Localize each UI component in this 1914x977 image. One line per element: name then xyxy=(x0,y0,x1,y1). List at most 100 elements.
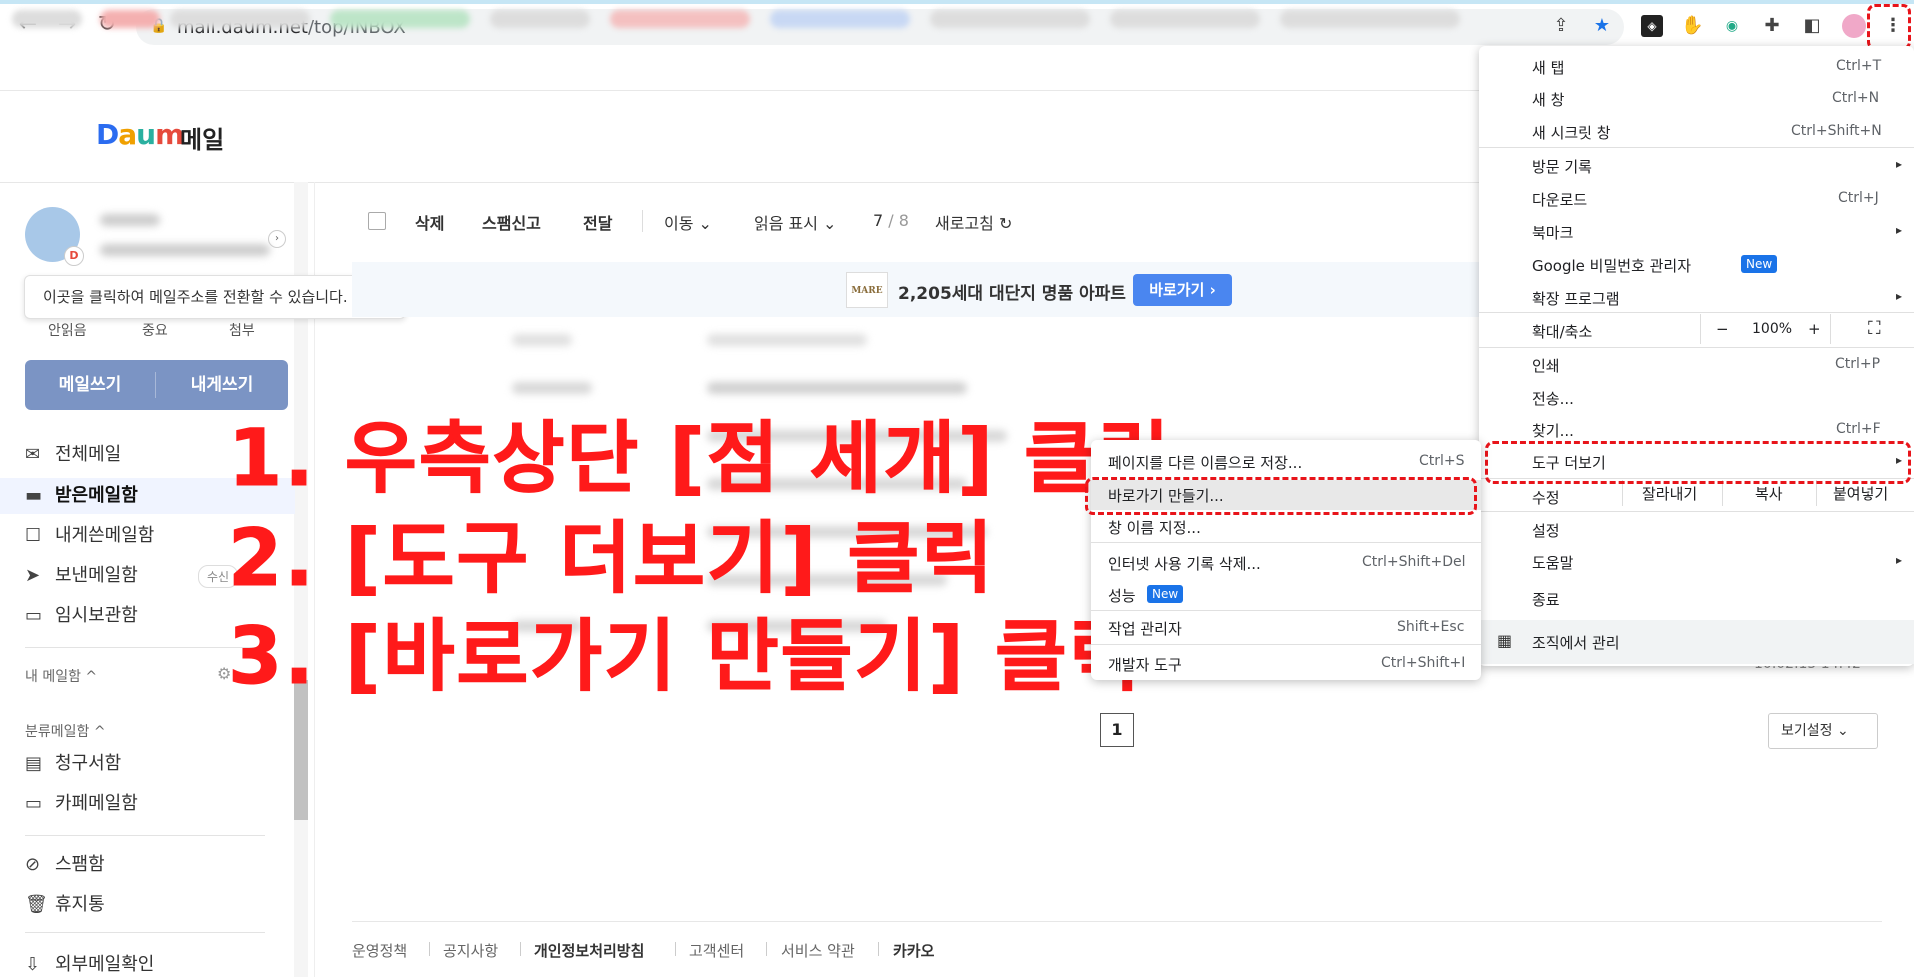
menu-cut[interactable]: 잘라내기 xyxy=(1642,483,1697,504)
bookmark-blur[interactable] xyxy=(170,10,310,28)
menu-find[interactable]: 찾기... xyxy=(1532,420,1574,441)
sidebar-item-all[interactable]: ✉ 전체메일 xyxy=(25,440,121,470)
table-row[interactable] xyxy=(352,318,1412,362)
bookmark-blur[interactable] xyxy=(330,10,470,28)
shortcut: Shift+Esc xyxy=(1397,619,1465,635)
bookmark-blur[interactable] xyxy=(1110,10,1260,28)
share-icon[interactable]: ⇪ xyxy=(1550,15,1572,37)
sidebar-item-inbox[interactable]: ▬ 받은메일함 xyxy=(25,481,138,511)
bookmark-blur[interactable] xyxy=(610,10,750,28)
footer-sep xyxy=(766,942,767,956)
category-mailbox-header[interactable]: 분류메일함 ^ xyxy=(25,721,106,741)
refresh-button[interactable]: 새로고침 ↻ xyxy=(935,210,1012,234)
menu-help[interactable]: 도움말 xyxy=(1532,552,1573,573)
shortcut: Ctrl+P xyxy=(1835,356,1881,372)
footer-link[interactable]: 고객센터 xyxy=(689,940,744,961)
menu-incognito[interactable]: 새 시크릿 창 xyxy=(1532,122,1611,143)
view-settings-dropdown[interactable]: 보기설정 ⌄ xyxy=(1768,713,1878,749)
zoom-in-button[interactable]: + xyxy=(1808,320,1821,338)
bookmark-blur[interactable] xyxy=(930,10,1090,28)
block-icon: ⊘ xyxy=(25,854,41,875)
toolbar-divider xyxy=(642,210,643,232)
footer-link[interactable]: 개인정보처리방침 xyxy=(534,940,644,961)
bookmark-blur[interactable] xyxy=(490,10,590,28)
stat-important[interactable]: 중요 xyxy=(142,320,168,340)
menu-performance[interactable]: 성능 xyxy=(1108,585,1136,606)
download-icon: ⇩ xyxy=(25,954,41,975)
menu-downloads[interactable]: 다운로드 xyxy=(1532,189,1587,210)
stat-unread[interactable]: 안읽음 xyxy=(48,320,87,340)
bookmark-blur[interactable] xyxy=(770,10,910,28)
report-spam-button[interactable]: 스팸신고 xyxy=(482,210,541,234)
my-mailbox-header[interactable]: 내 메일함 ^ xyxy=(25,666,97,686)
delete-button[interactable]: 삭제 xyxy=(415,210,444,234)
footer-link[interactable]: 공지사항 xyxy=(443,940,498,961)
menu-extensions[interactable]: 확장 프로그램 xyxy=(1532,288,1620,309)
account-email-blur xyxy=(100,244,270,256)
footer-link[interactable]: 운영정책 xyxy=(352,940,407,961)
menu-copy[interactable]: 복사 xyxy=(1755,483,1783,504)
move-dropdown[interactable]: 이동 ⌄ xyxy=(664,210,712,234)
daum-logo[interactable]: Daum xyxy=(96,118,184,151)
bookmark-blur[interactable] xyxy=(1280,10,1460,28)
side-panel-icon[interactable]: ◧ xyxy=(1801,15,1823,37)
sidebar-item-trash[interactable]: 🗑 휴지통 xyxy=(25,890,105,920)
page-1-button[interactable]: 1 xyxy=(1100,713,1134,747)
sidebar-item-spam[interactable]: ⊘ 스팸함 xyxy=(25,850,105,880)
write-mail-button[interactable]: 메일쓰기 xyxy=(25,360,155,410)
menu-separator xyxy=(1479,511,1914,512)
menu-dev-tools[interactable]: 개발자 도구 xyxy=(1108,654,1182,675)
select-all-checkbox[interactable] xyxy=(368,212,386,230)
forward-button[interactable]: 전달 xyxy=(583,210,612,234)
banner-go-button[interactable]: 바로가기 › xyxy=(1133,274,1232,306)
mouse-extension-icon[interactable]: ✋ xyxy=(1681,15,1703,37)
footer-link[interactable]: 서비스 약관 xyxy=(781,940,855,961)
sidebar-item-self[interactable]: ☐ 내게쓴메일함 xyxy=(25,521,154,551)
menu-passwords[interactable]: Google 비밀번호 관리자 xyxy=(1532,255,1691,276)
menu-clear-data[interactable]: 인터넷 사용 기록 삭제... xyxy=(1108,553,1261,574)
puzzle-icon[interactable]: ✚ xyxy=(1761,15,1783,37)
menu-settings[interactable]: 설정 xyxy=(1532,520,1560,541)
menu-paste[interactable]: 붙여넣기 xyxy=(1833,483,1888,504)
menu-save-page[interactable]: 페이지를 다른 이름으로 저장... xyxy=(1108,452,1302,473)
sidebar-item-bills[interactable]: ▤ 청구서함 xyxy=(25,749,121,779)
sidebar-item-drafts[interactable]: ▭ 임시보관함 xyxy=(25,601,138,631)
bookmark-blur[interactable] xyxy=(12,10,82,28)
extension-icon[interactable]: ◈ xyxy=(1641,15,1663,37)
bookmark-star-icon[interactable]: ★ xyxy=(1591,15,1613,37)
zoom-out-button[interactable]: − xyxy=(1716,320,1729,338)
menu-exit[interactable]: 종료 xyxy=(1532,589,1560,610)
envelope-icon: ✉ xyxy=(25,444,41,465)
menu-history[interactable]: 방문 기록 xyxy=(1532,156,1592,177)
shortcut: Ctrl+J xyxy=(1838,190,1879,206)
write-self-button[interactable]: 내게쓰기 xyxy=(157,360,287,410)
account-switch-icon[interactable]: › xyxy=(268,230,286,248)
menu-print[interactable]: 인쇄 xyxy=(1532,355,1560,376)
table-row[interactable] xyxy=(352,366,1412,410)
extension-green-icon[interactable]: ◉ xyxy=(1721,15,1743,37)
mail-title[interactable]: 메일 xyxy=(180,120,224,155)
menu-new-tab[interactable]: 새 탭 xyxy=(1532,57,1564,78)
menu-bookmarks[interactable]: 북마크 xyxy=(1532,222,1573,243)
banner-text[interactable]: 2,205세대 대단지 명품 아파트 xyxy=(898,279,1126,304)
footer-link[interactable]: 카카오 xyxy=(893,940,934,961)
menu-separator xyxy=(1091,644,1481,645)
stat-attachment[interactable]: 첨부 xyxy=(229,320,255,340)
menu-task-manager[interactable]: 작업 관리자 xyxy=(1108,618,1182,639)
shortcut: Ctrl+S xyxy=(1419,453,1465,469)
folder-icon: ▭ xyxy=(25,605,43,626)
menu-name-window[interactable]: 창 이름 지정... xyxy=(1108,517,1201,538)
bookmark-blur[interactable] xyxy=(100,10,160,28)
annotation-step1: 1. 우측상단 [점 세개] 클릭 xyxy=(228,414,1172,504)
menu-new-window[interactable]: 새 창 xyxy=(1532,89,1564,110)
sidebar-item-cafe[interactable]: ▭ 카페메일함 xyxy=(25,789,138,819)
sidebar-item-sent[interactable]: ➤ 보낸메일함 xyxy=(25,561,138,591)
shortcut: Ctrl+N xyxy=(1832,90,1880,106)
mark-read-dropdown[interactable]: 읽음 표시 ⌄ xyxy=(754,210,836,234)
menu-cast[interactable]: 전송... xyxy=(1532,388,1574,409)
profile-avatar[interactable] xyxy=(1842,14,1866,38)
menu-managed[interactable]: 조직에서 관리 xyxy=(1532,632,1620,653)
sidebar-divider-2 xyxy=(25,835,265,836)
sidebar-item-external[interactable]: ⇩ 외부메일확인 xyxy=(25,950,154,977)
fullscreen-icon[interactable]: ⛶ xyxy=(1868,318,1881,339)
